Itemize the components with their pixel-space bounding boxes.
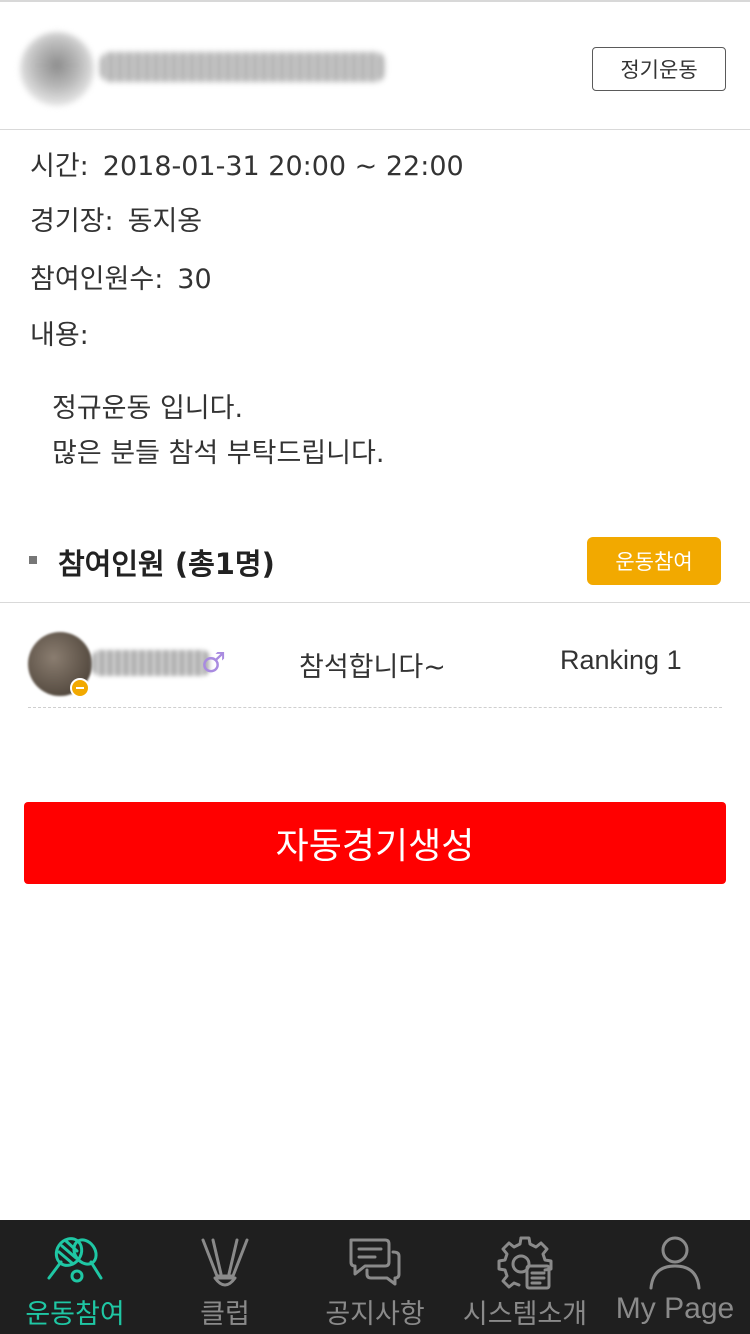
participant-comment: 참석합니다~ [299,652,446,683]
content-text: 정규운동 입니다. 많은 분들 참석 부탁드립니다. [52,386,384,476]
event-header: 정기운동 [0,2,750,130]
participant-count-row: 참여인원수: 30 [30,257,212,296]
content-line: 많은 분들 참석 부탁드립니다. [52,438,385,469]
nav-label: 공지사항 [325,1299,425,1330]
nav-label: 운동참여 [25,1299,125,1330]
participant-row[interactable]: ♂ 참석합니다~ Ranking 1 [28,620,722,708]
section-bullet [29,556,37,564]
section-divider [0,602,750,603]
time-label: 시간: [30,151,89,182]
male-icon: ♂ [201,646,227,679]
venue-row: 경기장: 동지옹 [30,199,202,238]
level-badge-icon [70,678,90,698]
participant-name-redacted [92,650,210,676]
host-avatar[interactable] [20,32,94,106]
gear-document-icon [497,1236,553,1290]
participants-section-title: 참여인원 (총1명) [58,547,275,581]
shuttlecock-icon [201,1238,249,1287]
content-label: 내용: [30,320,89,351]
nav-label: My Page [615,1292,735,1325]
content-line: 정규운동 입니다. [52,393,244,424]
participant-count-value: 30 [177,264,212,295]
nav-item-system[interactable]: 시스템소개 [450,1220,600,1334]
nav-item-notice[interactable]: 공지사항 [300,1220,450,1334]
host-name-redacted [100,52,385,82]
event-type-badge: 정기운동 [592,47,726,91]
nav-item-exercise[interactable]: 운동참여 [0,1220,150,1334]
badminton-icon [47,1237,103,1283]
chat-bubbles-icon [349,1238,401,1286]
nav-item-club[interactable]: 클럽 [150,1220,300,1334]
event-detail-page: 정기운동 시간: 2018-01-31 20:00 ~ 22:00 경기장: 동지옹… [0,0,750,1334]
nav-label: 클럽 [200,1299,250,1330]
time-row: 시간: 2018-01-31 20:00 ~ 22:00 [30,144,464,183]
venue-value: 동지옹 [127,206,203,237]
user-icon [649,1236,701,1290]
participant-ranking: Ranking 1 [560,645,682,675]
bottom-navigation: 운동참여 클럽 공지사항 시스템소개 My Page [0,1220,750,1334]
participant-count-label: 참여인원수: [30,264,164,295]
nav-label: 시스템소개 [462,1299,588,1330]
auto-match-button[interactable]: 자동경기생성 [24,802,726,884]
time-value: 2018-01-31 20:00 ~ 22:00 [102,151,464,182]
join-exercise-button[interactable]: 운동참여 [587,537,721,585]
nav-item-mypage[interactable]: My Page [600,1220,750,1334]
venue-label: 경기장: [30,206,114,237]
content-row: 내용: [30,313,89,352]
